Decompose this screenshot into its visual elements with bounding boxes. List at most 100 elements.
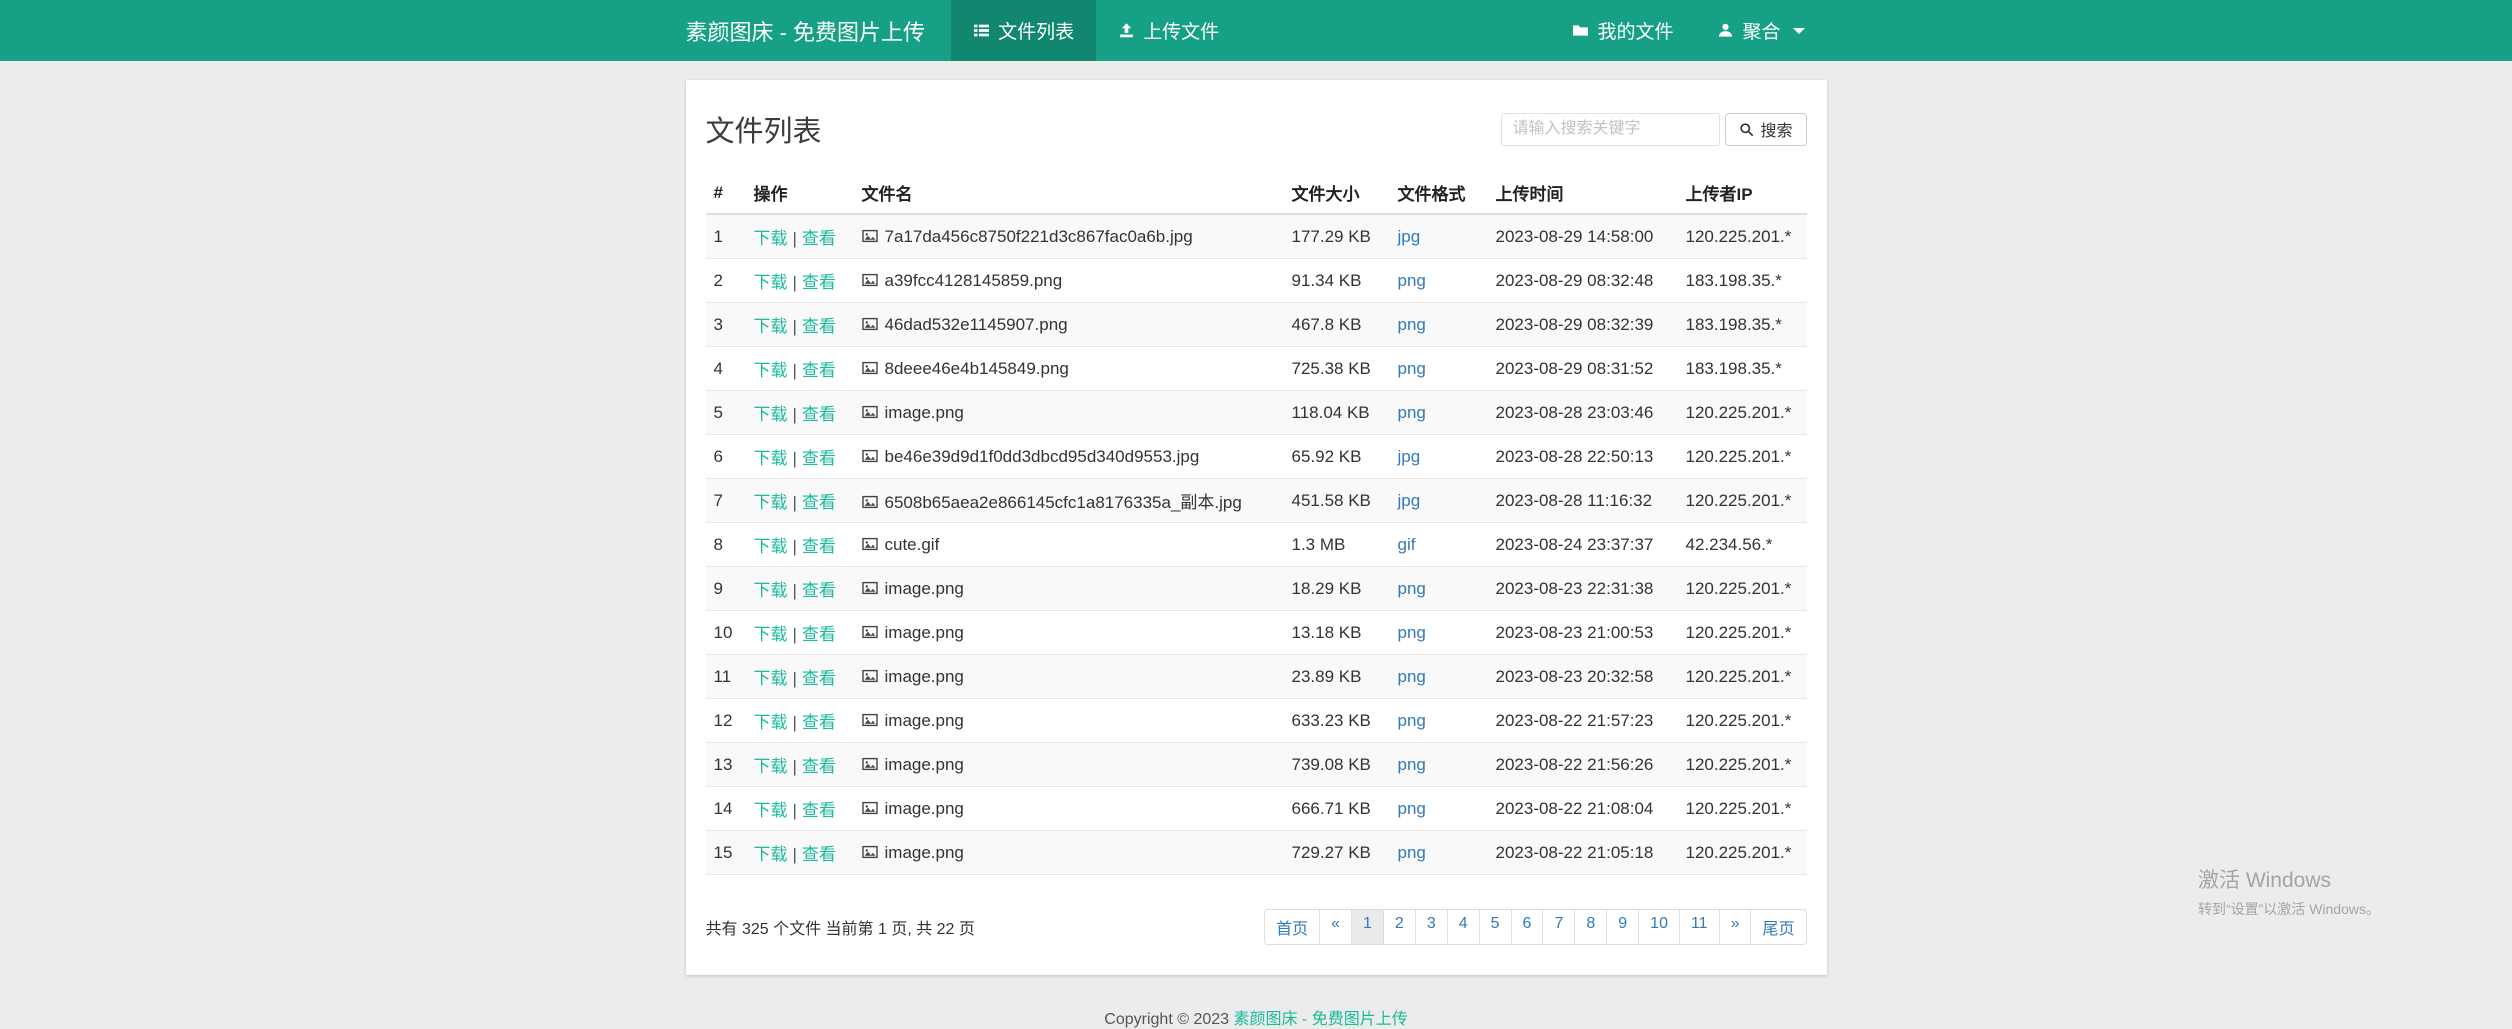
view-link[interactable]: 查看 (802, 229, 836, 248)
pagination-button[interactable]: 2 (1383, 909, 1416, 945)
footer-brand-link[interactable]: 素颜图床 - 免费图片上传 (1233, 1011, 1407, 1028)
download-link[interactable]: 下载 (754, 537, 788, 556)
filename-text: image.png (885, 755, 964, 774)
view-link[interactable]: 查看 (802, 669, 836, 688)
row-file-size: 725.38 KB (1284, 347, 1390, 391)
format-link[interactable]: png (1398, 579, 1426, 598)
pagination-button[interactable]: 5 (1479, 909, 1512, 945)
image-file-icon (862, 844, 878, 860)
format-link[interactable]: gif (1398, 535, 1416, 554)
row-upload-time: 2023-08-28 23:03:46 (1488, 391, 1678, 435)
row-file-size: 739.08 KB (1284, 743, 1390, 787)
download-link[interactable]: 下载 (754, 625, 788, 644)
format-link[interactable]: png (1398, 711, 1426, 730)
search-button[interactable]: 搜索 (1725, 113, 1806, 146)
table-row: 9下载|查看image.png18.29 KBpng2023-08-23 22:… (706, 567, 1807, 611)
view-link[interactable]: 查看 (802, 845, 836, 864)
row-actions: 下载|查看 (746, 435, 854, 479)
nav-item-file-list[interactable]: 文件列表 (951, 0, 1096, 61)
row-index: 9 (706, 567, 746, 611)
download-link[interactable]: 下载 (754, 713, 788, 732)
image-file-icon (862, 272, 878, 288)
row-file-format: png (1390, 743, 1488, 787)
format-link[interactable]: png (1398, 623, 1426, 642)
pagination-button[interactable]: » (1719, 909, 1752, 945)
view-link[interactable]: 查看 (802, 317, 836, 336)
row-upload-time: 2023-08-29 08:32:39 (1488, 303, 1678, 347)
download-link[interactable]: 下载 (754, 317, 788, 336)
nav-item-aggregate[interactable]: 聚合 (1695, 0, 1826, 61)
download-link[interactable]: 下载 (754, 493, 788, 512)
download-link[interactable]: 下载 (754, 581, 788, 600)
download-link[interactable]: 下载 (754, 449, 788, 468)
column-header: 操作 (746, 172, 854, 214)
pagination-button[interactable]: 1 (1351, 909, 1384, 945)
pagination-button[interactable]: 9 (1606, 909, 1639, 945)
pagination-button[interactable]: 首页 (1264, 909, 1320, 945)
action-separator: | (793, 757, 797, 776)
user-icon (1717, 22, 1734, 39)
row-uploader-ip: 120.225.201.* (1678, 391, 1807, 435)
view-link[interactable]: 查看 (802, 273, 836, 292)
row-file-format: png (1390, 831, 1488, 875)
pagination-button[interactable]: 11 (1679, 909, 1720, 945)
row-filename: image.png (854, 655, 1284, 699)
format-link[interactable]: png (1398, 799, 1426, 818)
download-link[interactable]: 下载 (754, 273, 788, 292)
pagination-button[interactable]: 4 (1447, 909, 1480, 945)
pagination-button[interactable]: 10 (1638, 909, 1680, 945)
table-row: 13下载|查看image.png739.08 KBpng2023-08-22 2… (706, 743, 1807, 787)
column-header: 文件格式 (1390, 172, 1488, 214)
pagination-button[interactable]: 6 (1511, 909, 1544, 945)
download-link[interactable]: 下载 (754, 845, 788, 864)
brand-link[interactable]: 素颜图床 - 免费图片上传 (686, 0, 926, 61)
view-link[interactable]: 查看 (802, 625, 836, 644)
row-index: 2 (706, 259, 746, 303)
format-link[interactable]: png (1398, 667, 1426, 686)
view-link[interactable]: 查看 (802, 801, 836, 820)
format-link[interactable]: png (1398, 843, 1426, 862)
download-link[interactable]: 下载 (754, 361, 788, 380)
download-link[interactable]: 下载 (754, 801, 788, 820)
download-link[interactable]: 下载 (754, 405, 788, 424)
search-input[interactable] (1501, 113, 1720, 146)
row-filename: cute.gif (854, 523, 1284, 567)
download-link[interactable]: 下载 (754, 757, 788, 776)
format-link[interactable]: png (1398, 271, 1426, 290)
pagination-button[interactable]: 7 (1542, 909, 1575, 945)
download-link[interactable]: 下载 (754, 669, 788, 688)
format-link[interactable]: png (1398, 403, 1426, 422)
table-row: 10下载|查看image.png13.18 KBpng2023-08-23 21… (706, 611, 1807, 655)
filename-text: 46dad532e1145907.png (885, 315, 1068, 334)
view-link[interactable]: 查看 (802, 713, 836, 732)
format-link[interactable]: jpg (1398, 227, 1421, 246)
format-link[interactable]: jpg (1398, 491, 1421, 510)
row-filename: image.png (854, 567, 1284, 611)
row-actions: 下载|查看 (746, 214, 854, 259)
action-separator: | (793, 845, 797, 864)
format-link[interactable]: png (1398, 755, 1426, 774)
download-link[interactable]: 下载 (754, 229, 788, 248)
view-link[interactable]: 查看 (802, 493, 836, 512)
column-header: 上传者IP (1678, 172, 1807, 214)
nav-item-my-files[interactable]: 我的文件 (1550, 0, 1695, 61)
format-link[interactable]: jpg (1398, 447, 1421, 466)
view-link[interactable]: 查看 (802, 405, 836, 424)
view-link[interactable]: 查看 (802, 361, 836, 380)
view-link[interactable]: 查看 (802, 449, 836, 468)
filename-text: image.png (885, 711, 964, 730)
pagination-button[interactable]: 3 (1415, 909, 1448, 945)
pagination-button[interactable]: « (1319, 909, 1352, 945)
format-link[interactable]: png (1398, 359, 1426, 378)
row-file-size: 467.8 KB (1284, 303, 1390, 347)
view-link[interactable]: 查看 (802, 581, 836, 600)
view-link[interactable]: 查看 (802, 537, 836, 556)
pagination-button[interactable]: 8 (1574, 909, 1607, 945)
nav-item-label: 聚合 (1742, 17, 1780, 44)
view-link[interactable]: 查看 (802, 757, 836, 776)
format-link[interactable]: png (1398, 315, 1426, 334)
table-row: 1下载|查看7a17da456c8750f221d3c867fac0a6b.jp… (706, 214, 1807, 259)
column-header: 上传时间 (1488, 172, 1678, 214)
nav-item-upload-file[interactable]: 上传文件 (1096, 0, 1241, 61)
pagination-button[interactable]: 尾页 (1750, 909, 1806, 945)
